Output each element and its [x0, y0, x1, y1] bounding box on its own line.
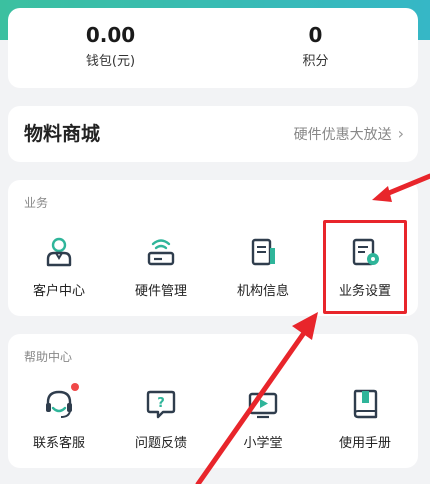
hardware-promo-text: 硬件优惠大放送 — [293, 127, 392, 143]
user-manual-button[interactable]: 使用手册 — [314, 386, 416, 451]
wallet-card: 0.00 钱包(元) 0 积分 — [8, 8, 418, 88]
material-mall-title: 物料商城 — [24, 123, 101, 145]
contact-support-label: 联系客服 — [32, 436, 85, 451]
points-label: 积分 — [302, 54, 329, 69]
wallet-balance[interactable]: 0.00 钱包(元) — [8, 22, 213, 69]
feedback-label: 问题反馈 — [134, 436, 187, 451]
points-value: 0 — [308, 23, 323, 47]
organization-info-label: 机构信息 — [236, 284, 289, 299]
feedback-icon: ? — [143, 386, 179, 422]
help-center-section: 帮助中心 联系客服 ? 问题反馈 小学堂 使用手册 — [8, 334, 418, 468]
points[interactable]: 0 积分 — [213, 22, 418, 69]
video-classroom-label: 小学堂 — [243, 436, 283, 451]
wallet-balance-value: 0.00 — [85, 23, 136, 47]
chevron-right-icon: › — [397, 124, 404, 143]
organization-icon — [245, 234, 281, 270]
material-mall-row[interactable]: 物料商城 硬件优惠大放送 › — [8, 106, 418, 162]
hardware-promo-link[interactable]: 硬件优惠大放送 › — [294, 106, 404, 163]
customer-center-icon — [41, 234, 77, 270]
hardware-management-button[interactable]: 硬件管理 — [110, 234, 212, 299]
video-classroom-button[interactable]: 小学堂 — [212, 386, 314, 451]
business-section-title: 业务 — [24, 196, 49, 210]
customer-service-icon — [41, 383, 79, 422]
hardware-management-label: 硬件管理 — [134, 284, 187, 299]
hardware-icon — [143, 234, 179, 270]
help-center-title: 帮助中心 — [24, 350, 73, 364]
customer-center-button[interactable]: 客户中心 — [8, 234, 110, 299]
wallet-balance-label: 钱包(元) — [85, 54, 136, 69]
feedback-button[interactable]: ? 问题反馈 — [110, 386, 212, 451]
user-manual-label: 使用手册 — [338, 436, 391, 451]
manual-book-icon — [347, 386, 383, 422]
highlight-box — [323, 220, 407, 314]
organization-info-button[interactable]: 机构信息 — [212, 234, 314, 299]
contact-support-button[interactable]: 联系客服 — [8, 383, 110, 451]
notification-dot — [71, 383, 79, 391]
svg-text:?: ? — [157, 396, 165, 411]
customer-center-label: 客户中心 — [32, 284, 85, 299]
video-classroom-icon — [245, 386, 281, 422]
